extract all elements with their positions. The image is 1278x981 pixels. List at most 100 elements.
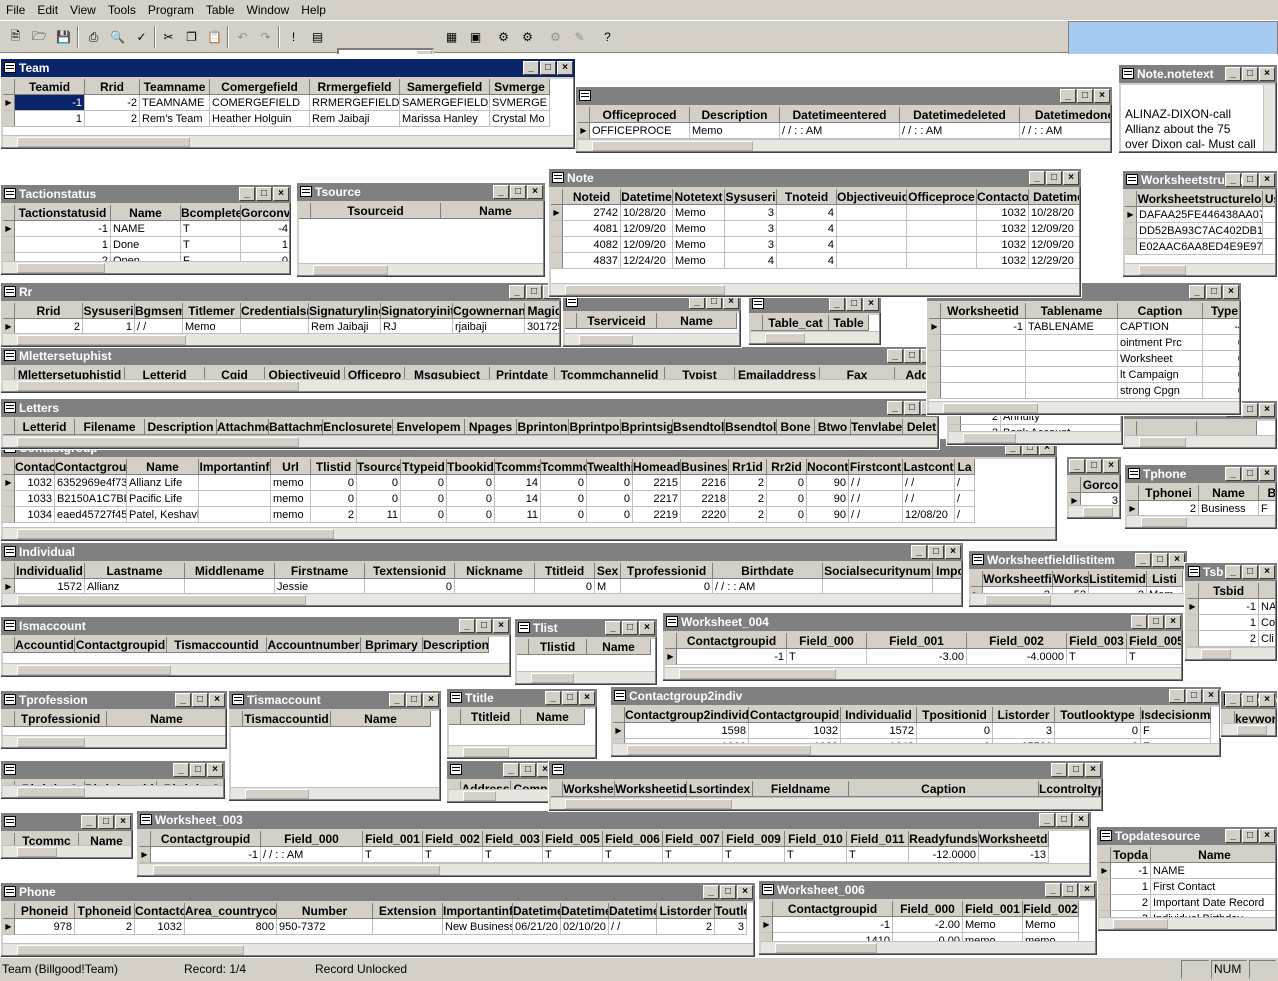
row-selector[interactable]: ▶ xyxy=(3,475,15,491)
column-header[interactable]: Ttypeid xyxy=(401,459,447,475)
column-header[interactable]: Rrmergefield xyxy=(310,79,400,95)
table-cell[interactable]: T xyxy=(1127,649,1181,665)
column-header[interactable]: Impo xyxy=(933,563,961,579)
table-cell[interactable]: NAME xyxy=(1151,863,1275,879)
window-mlettersetuphist[interactable]: Mlettersetuphist_□×MlettersetuphistidLet… xyxy=(0,346,940,394)
table-cell[interactable]: -1 xyxy=(151,847,261,863)
table-cell[interactable]: / / xyxy=(609,919,657,935)
column-header[interactable]: Contacto xyxy=(15,459,55,475)
table-row[interactable]: strong Cpgn0 xyxy=(929,383,1239,399)
table-cell[interactable]: eaed45727f45 xyxy=(55,507,127,523)
column-header[interactable]: Type xyxy=(1203,303,1239,319)
menu-window[interactable]: Window xyxy=(241,0,296,21)
column-header[interactable]: Ttitleid xyxy=(461,709,521,725)
table-cell[interactable]: Important Date Record xyxy=(1151,895,1275,911)
scrollbar-thumb[interactable] xyxy=(17,381,299,391)
close-icon[interactable]: × xyxy=(115,815,131,829)
column-header[interactable]: Bprintpo xyxy=(569,419,621,435)
table-cell[interactable]: TEAMNAME xyxy=(140,95,210,111)
column-header[interactable]: Name xyxy=(587,639,651,655)
scrollbar-thumb[interactable] xyxy=(17,335,186,345)
table-cell[interactable]: T xyxy=(483,847,543,863)
table-cell[interactable]: 2 xyxy=(75,919,135,935)
scrollbar-thumb[interactable] xyxy=(531,673,575,683)
table-cell[interactable] xyxy=(941,367,1026,383)
row-selector[interactable] xyxy=(929,367,941,383)
table-cell[interactable]: T xyxy=(785,847,847,863)
maximize-icon[interactable]: □ xyxy=(1242,467,1258,481)
close-icon[interactable]: × xyxy=(737,885,753,899)
column-header[interactable]: Svmerge xyxy=(490,79,550,95)
horizontal-scrollbar[interactable] xyxy=(3,333,559,345)
column-header[interactable]: La xyxy=(955,459,975,475)
row-selector[interactable]: ▶ xyxy=(1187,599,1199,615)
table-cell[interactable] xyxy=(837,205,907,221)
column-header[interactable]: Tlistid xyxy=(529,639,587,655)
table-cell[interactable]: 0 xyxy=(1203,383,1239,399)
maximize-icon[interactable]: □ xyxy=(846,297,862,311)
table-cell[interactable] xyxy=(1263,207,1275,223)
column-header[interactable]: Gorco xyxy=(1081,477,1119,493)
table-cell[interactable]: -4.0000 xyxy=(967,649,1067,665)
window-title-bar[interactable]: Ismaccount _ □ × xyxy=(1,617,511,635)
column-header[interactable]: Nickname xyxy=(455,563,535,579)
table-cell[interactable]: 4 xyxy=(777,205,837,221)
column-header[interactable]: Datetime xyxy=(513,903,561,919)
row-selector[interactable] xyxy=(1187,615,1199,631)
column-header[interactable]: Field_001 xyxy=(867,633,967,649)
table-cell[interactable]: Memo xyxy=(673,253,725,269)
window-title-bar[interactable]: _□× xyxy=(447,761,555,779)
close-icon[interactable]: × xyxy=(1103,459,1119,473)
close-icon[interactable]: × xyxy=(1079,883,1095,897)
column-header[interactable]: Field_000 xyxy=(261,831,363,847)
table-cell[interactable]: memo xyxy=(271,491,311,507)
scrollbar-thumb[interactable] xyxy=(17,595,307,605)
help-icon[interactable]: ? xyxy=(596,26,619,48)
scrollbar-thumb[interactable] xyxy=(17,787,85,797)
minimize-icon[interactable]: _ xyxy=(1039,813,1055,827)
tools-icon[interactable]: ⚙ xyxy=(544,26,567,48)
edit-icon[interactable]: ✎ xyxy=(568,26,591,48)
table-cell[interactable]: 90 xyxy=(807,507,849,523)
close-icon[interactable]: × xyxy=(863,297,879,311)
table-cell[interactable]: 0 xyxy=(311,475,357,491)
table-cell[interactable]: 1032 xyxy=(977,205,1029,221)
column-header[interactable]: Name xyxy=(1151,847,1275,863)
row-selector[interactable] xyxy=(929,351,941,367)
row-selector[interactable]: ▶ xyxy=(929,319,941,335)
column-header[interactable]: Contactgroupid xyxy=(749,707,841,723)
table-cell[interactable]: F xyxy=(1141,723,1211,739)
column-header[interactable]: Name xyxy=(127,459,199,475)
minimize-icon[interactable]: _ xyxy=(545,691,561,705)
table-row[interactable]: ▶-1T-3.00-4.0000TTM xyxy=(665,649,1181,665)
table-cell[interactable] xyxy=(199,491,271,507)
table-cell[interactable]: 3 xyxy=(725,221,777,237)
column-header[interactable]: Tismaccountid xyxy=(167,637,267,653)
table-cell[interactable]: 0 xyxy=(447,475,495,491)
table-cell[interactable]: strong Cpgn xyxy=(1118,383,1203,399)
window-tcomm[interactable]: _ □ × Tcommc Name xyxy=(0,812,134,860)
column-header[interactable]: Homeado xyxy=(633,459,681,475)
minimize-icon[interactable]: _ xyxy=(1225,173,1241,187)
column-header[interactable]: Datetimedone xyxy=(1020,107,1110,123)
copy-icon[interactable]: ❐ xyxy=(180,26,203,48)
column-header[interactable]: Listitemid xyxy=(1089,571,1147,587)
horizontal-scrollbar[interactable] xyxy=(3,527,1055,539)
window-title-bar[interactable]: Tphone _ □ × xyxy=(1125,465,1277,483)
table-cell[interactable] xyxy=(907,221,977,237)
scrollbar-thumb[interactable] xyxy=(627,745,811,755)
table-row[interactable]: E02AAC6AA8ED4E9E97 xyxy=(1125,239,1275,255)
window-title-bar[interactable]: Tprofession _ □ × xyxy=(1,691,227,709)
column-header[interactable]: Npages xyxy=(465,419,517,435)
horizontal-scrollbar[interactable] xyxy=(751,331,879,343)
table-cell[interactable]: 2 xyxy=(1199,631,1259,647)
table-cell[interactable]: 4081 xyxy=(563,221,621,237)
table-cell[interactable]: Memo xyxy=(673,221,725,237)
column-header[interactable]: Listi xyxy=(1147,571,1183,587)
minimize-icon[interactable]: _ xyxy=(703,885,719,899)
column-header[interactable]: Textensionid xyxy=(365,563,455,579)
minimize-icon[interactable]: _ xyxy=(81,815,97,829)
table-cell[interactable]: / / : : AM xyxy=(261,847,363,863)
window-title-bar[interactable]: Team _ □ × xyxy=(1,59,575,77)
maximize-icon[interactable]: □ xyxy=(1152,553,1168,567)
